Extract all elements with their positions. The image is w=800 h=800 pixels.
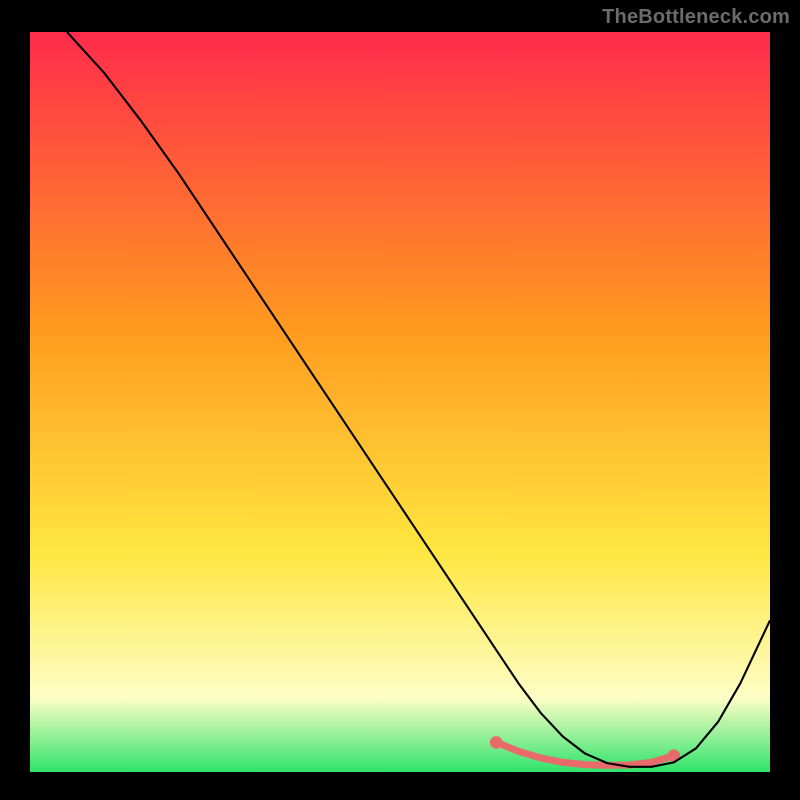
bottleneck-chart (30, 32, 770, 772)
chart-frame: TheBottleneck.com (0, 0, 800, 800)
optimal-zone-endpoint (490, 736, 503, 749)
gradient-plot-area (30, 32, 770, 772)
watermark-text: TheBottleneck.com (602, 6, 790, 29)
